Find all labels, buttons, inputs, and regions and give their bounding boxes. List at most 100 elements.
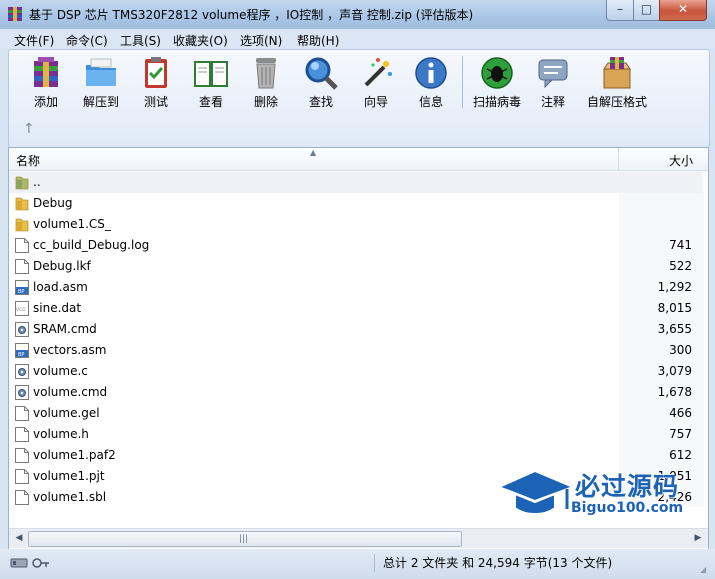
tool-wizard-label: 向导 (363, 95, 388, 109)
tool-extract[interactable]: 解压到 (74, 55, 128, 111)
file-size: 741 (669, 238, 692, 252)
menu-file[interactable]: 文件(F) (14, 32, 54, 49)
tool-view[interactable]: 查看 (184, 55, 238, 111)
file-size: 3,079 (657, 364, 692, 378)
file-size: 1,678 (657, 385, 692, 399)
file-row[interactable]: Debug.lkf 522 (9, 256, 692, 277)
winrar-window: 基于 DSP 芯片 TMS320F2812 volume程序 ，IO控制 ，声音… (0, 0, 715, 579)
extract-folder-icon (86, 58, 116, 86)
file-name: volume.cmd (33, 385, 108, 399)
tool-delete[interactable]: 删除 (239, 55, 293, 111)
file-name: load.asm (33, 280, 88, 294)
file-icon: BP (15, 343, 29, 358)
maximize-button[interactable]: □ (633, 0, 660, 21)
tool-test[interactable]: 测试 (129, 55, 183, 111)
file-name: Debug.lkf (33, 259, 91, 273)
tool-comment[interactable]: 注释 (526, 55, 580, 111)
file-row[interactable]: VCD sine.dat 8,015 (9, 298, 692, 319)
menu-command[interactable]: 命令(C) (66, 32, 108, 49)
folder-icon (15, 196, 29, 211)
tool-wizard[interactable]: 向导 (349, 55, 403, 111)
folder-icon (15, 175, 29, 190)
column-name-header[interactable]: 名称 (16, 152, 40, 169)
file-size: 612 (669, 448, 692, 462)
title-bar[interactable]: 基于 DSP 芯片 TMS320F2812 volume程序 ，IO控制 ，声音… (0, 0, 715, 29)
scrollbar-thumb[interactable]: ||| (28, 531, 462, 547)
trash-icon (256, 58, 276, 89)
file-name: volume1.sbl (33, 490, 107, 504)
file-row[interactable]: volume.cmd 1,678 (9, 382, 692, 403)
scroll-left-icon[interactable]: ◀ (11, 531, 27, 546)
toolbar: 添加 解压到 测试 查看 删除 查找 向导 信息 扫描病毒 注释 自解压格式 ↑ (8, 49, 710, 148)
test-clipboard-icon (145, 57, 167, 88)
file-size: 3,655 (657, 322, 692, 336)
folder-row[interactable]: volume1.CS_ (9, 214, 619, 235)
thumb-grip-icon: ||| (239, 534, 249, 544)
file-size: 1,292 (657, 280, 692, 294)
file-size: 300 (669, 343, 692, 357)
file-size: 8,015 (657, 301, 692, 315)
sfx-box-icon (603, 57, 631, 89)
file-row[interactable]: BP load.asm 1,292 (9, 277, 692, 298)
status-divider (374, 554, 375, 572)
file-name: vectors.asm (33, 343, 107, 357)
tool-add[interactable]: 添加 (19, 55, 73, 111)
tool-view-label: 查看 (198, 95, 223, 109)
file-name: volume.c (33, 364, 88, 378)
file-name: Debug (33, 196, 73, 210)
column-size-header[interactable]: 大小 (669, 152, 693, 169)
file-row[interactable]: volume.gel 466 (9, 403, 692, 424)
tool-sfx[interactable]: 自解压格式 (584, 55, 650, 111)
drive-key-icon[interactable] (10, 555, 50, 571)
svg-text:BP: BP (18, 289, 24, 295)
menu-bar: 文件(F) 命令(C) 工具(S) 收藏夹(O) 选项(N) 帮助(H) (0, 29, 715, 49)
menu-options[interactable]: 选项(N) (240, 32, 282, 49)
file-icon (15, 364, 29, 379)
tool-add-label: 添加 (33, 95, 58, 109)
search-magnifier-icon (305, 57, 338, 90)
file-row[interactable]: cc_build_Debug.log 741 (9, 235, 692, 256)
tool-find[interactable]: 查找 (294, 55, 348, 111)
folder-icon (15, 217, 29, 232)
file-icon: VCD (15, 301, 29, 316)
file-row[interactable]: volume.c 3,079 (9, 361, 692, 382)
file-name: volume1.pjt (33, 469, 105, 483)
file-icon (15, 385, 29, 400)
tool-extract-label: 解压到 (82, 95, 119, 109)
svg-text:BP: BP (18, 352, 24, 358)
file-row[interactable]: volume.h 757 (9, 424, 692, 445)
close-button[interactable]: ✕ (659, 0, 707, 21)
tool-find-label: 查找 (308, 95, 333, 109)
up-one-level-icon[interactable]: ↑ (23, 121, 35, 137)
file-row[interactable]: BP vectors.asm 300 (9, 340, 692, 361)
file-name: volume1.paf2 (33, 448, 116, 462)
file-icon (15, 259, 29, 274)
resize-grip-icon[interactable]: ◢ (700, 565, 706, 574)
menu-tools[interactable]: 工具(S) (120, 32, 161, 49)
tool-virus-scan[interactable]: 扫描病毒 (468, 55, 526, 111)
folder-row[interactable]: Debug (9, 193, 619, 214)
scroll-right-icon[interactable]: ▶ (690, 531, 706, 546)
file-size: 757 (669, 427, 692, 441)
file-row[interactable]: volume1.paf2 612 (9, 445, 692, 466)
menu-help[interactable]: 帮助(H) (297, 32, 339, 49)
file-row[interactable]: SRAM.cmd 3,655 (9, 319, 692, 340)
file-name: SRAM.cmd (33, 322, 97, 336)
watermark-title: 必过源码 (575, 472, 680, 501)
folder-row[interactable]: .. (9, 172, 702, 193)
watermark-subtitle: Biguo100.com (571, 500, 684, 516)
tool-info[interactable]: 信息 (404, 55, 458, 111)
horizontal-scrollbar[interactable]: ◀ ||| ▶ (9, 528, 708, 548)
file-icon (15, 238, 29, 253)
file-name: volume.gel (33, 406, 100, 420)
file-icon (15, 427, 29, 442)
tool-delete-label: 删除 (253, 95, 278, 109)
file-name: volume.h (33, 427, 89, 441)
column-divider[interactable] (618, 148, 619, 170)
tool-info-label: 信息 (418, 95, 443, 109)
comment-icon (538, 59, 568, 89)
sort-ascending-icon: ▲ (310, 148, 317, 157)
menu-favorites[interactable]: 收藏夹(O) (173, 32, 228, 49)
minimize-button[interactable]: – (606, 0, 634, 21)
file-size: 466 (669, 406, 692, 420)
